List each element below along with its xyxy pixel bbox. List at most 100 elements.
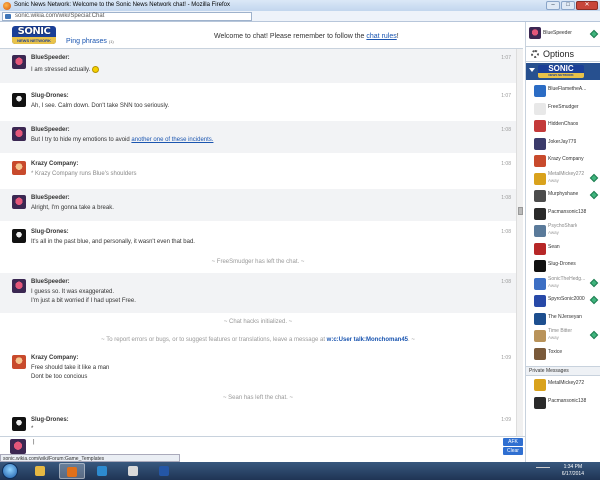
incidents-link[interactable]: another one of these incidents.	[131, 137, 213, 143]
url-field[interactable]: sonic.wikia.com/wiki/Special:Chat	[2, 12, 252, 21]
avatar[interactable]	[12, 355, 26, 369]
sidebar-user[interactable]: Krazy Company	[526, 152, 600, 170]
chevron-down-icon	[529, 68, 535, 72]
sidebar-user[interactable]: Sean	[526, 240, 600, 258]
wiki-logo[interactable]: SONIC NEWS NETWORK	[12, 26, 56, 44]
explorer-icon	[35, 466, 45, 476]
avatar	[534, 190, 546, 202]
message-username[interactable]: Krazy Company:	[31, 161, 78, 167]
message-text: Dont be too concious	[31, 374, 88, 380]
taskbar-app-button[interactable]	[121, 463, 147, 479]
taskbar-app-button[interactable]	[28, 463, 54, 479]
avatar[interactable]	[12, 195, 26, 209]
afk-button[interactable]: AFK	[503, 438, 523, 446]
stressed-emoticon-icon	[92, 66, 100, 73]
wiki-room-header[interactable]: SONIC NEWS NETWORK	[526, 63, 600, 80]
message-time: 1:07	[501, 55, 511, 61]
sidebar-user[interactable]: JokerJay779	[526, 135, 600, 153]
sidebar-user[interactable]: Pacmansonic138	[526, 205, 600, 223]
firefox-icon	[3, 2, 11, 10]
message-time: 1:07	[501, 93, 511, 99]
chat-scrollbar[interactable]	[516, 49, 523, 436]
avatar[interactable]	[12, 229, 26, 243]
sidebar-user[interactable]: The NJerseyan	[526, 310, 600, 328]
sidebar-user[interactable]: Slug-Drones	[526, 257, 600, 275]
current-user[interactable]: BlueSpeeder	[526, 22, 600, 47]
avatar	[534, 137, 546, 150]
message-username[interactable]: BlueSpeeder:	[31, 127, 70, 133]
address-bar: sonic.wikia.com/wiki/Special:Chat	[0, 11, 600, 22]
sidebar-user[interactable]: PsychoShark Away	[526, 222, 600, 240]
sidebar-username: Krazy Company	[548, 156, 584, 162]
chat-messages: BlueSpeeder: I am stressed actually. 1:0…	[0, 49, 523, 436]
window-titlebar: Sonic News Network: Welcome to the Sonic…	[0, 0, 600, 11]
away-status: Away	[548, 335, 559, 340]
paint-icon	[128, 466, 138, 476]
avatar[interactable]	[12, 279, 26, 293]
sidebar-user[interactable]: FreeSmudger	[526, 100, 600, 118]
message-username[interactable]: BlueSpeeder:	[31, 195, 70, 201]
minimize-button[interactable]: –	[546, 1, 560, 10]
chat-rules-link[interactable]: chat rules	[366, 33, 396, 40]
message-username[interactable]: Slug-Drones:	[31, 229, 69, 235]
leave-notice: ~ FreeSmudger has left the chat. ~	[211, 259, 305, 265]
maximize-button[interactable]: □	[561, 1, 575, 10]
avatar[interactable]	[12, 161, 26, 175]
sidebar-user[interactable]: SpyroSonic2000	[526, 292, 600, 310]
sidebar-user[interactable]: HiddenChaos	[526, 117, 600, 135]
system-tray[interactable]	[536, 467, 550, 474]
message-username[interactable]: Slug-Drones:	[31, 417, 69, 423]
message-time: 1:09	[501, 355, 511, 361]
chat-message: Slug-Drones: It's all in the past blue, …	[0, 223, 516, 255]
sidebar-username: The NJerseyan	[548, 313, 582, 320]
sidebar-user[interactable]: SonicTheHedg... Away	[526, 275, 600, 293]
avatar	[534, 396, 546, 409]
gear-icon	[531, 50, 539, 58]
avatar	[534, 277, 546, 290]
sidebar-username: Toxice	[548, 348, 563, 355]
chat-message: BlueSpeeder: But I try to hide my emotio…	[0, 121, 516, 153]
private-message-user[interactable]: MetalMickey272	[526, 376, 600, 394]
options-button[interactable]: Options	[526, 47, 600, 62]
message-time: 1:08	[501, 279, 511, 285]
user-list: BlueFlametheA... FreeSmudger HiddenChaos Jo…	[526, 82, 600, 362]
avatar[interactable]	[12, 127, 26, 141]
avatar[interactable]	[12, 93, 26, 107]
sidebar-user[interactable]: BlueFlametheA...	[526, 82, 600, 100]
ping-phrases-link[interactable]: Ping phrases (1)	[66, 38, 114, 45]
sidebar-username: BlueFlametheA...	[548, 86, 587, 92]
taskbar-app-button[interactable]	[90, 463, 116, 479]
message-username[interactable]: BlueSpeeder:	[31, 55, 70, 61]
monchoman-talk-link[interactable]: w:c:User talk:Monchoman45	[327, 337, 408, 343]
system-notice: ~ Chat hacks initialized. ~	[223, 319, 293, 325]
avatar	[534, 85, 546, 97]
scrollbar-thumb[interactable]	[518, 207, 523, 215]
report-notice: ~ To report errors or bugs, or to sugges…	[101, 337, 415, 343]
message-username[interactable]: Krazy Company:	[31, 355, 78, 361]
sidebar-user[interactable]: Toxice	[526, 345, 600, 363]
taskbar-app-button[interactable]	[59, 463, 85, 479]
taskbar-clock[interactable]: 1:34 PM 6/17/2014	[562, 464, 584, 478]
private-message-user[interactable]: Pacmansonic138	[526, 394, 600, 412]
clear-button[interactable]: Clear	[503, 447, 523, 455]
sidebar-user[interactable]: Time Bitter Away	[526, 327, 600, 345]
chat-input[interactable]	[31, 437, 501, 447]
avatar	[534, 312, 546, 325]
avatar[interactable]	[12, 417, 26, 431]
message-text: * Krazy Company runs Blue's shoulders	[31, 171, 137, 177]
leave-notice: ~ Sean has left the chat. ~	[222, 395, 294, 401]
avatar	[534, 379, 546, 391]
avatar[interactable]	[12, 55, 26, 69]
message-username[interactable]: Slug-Drones:	[31, 93, 69, 99]
taskbar-app-button[interactable]	[152, 463, 178, 479]
message-username[interactable]: BlueSpeeder:	[31, 279, 70, 285]
start-button[interactable]	[2, 463, 18, 479]
sidebar-username: FreeSmudger	[548, 103, 579, 110]
close-button[interactable]: ✕	[576, 1, 598, 10]
sidebar-user[interactable]: MetalMickey272 Away	[526, 170, 600, 188]
browser-status-bar: sonic.wikia.com/wiki/Forum:Game_Template…	[0, 454, 180, 462]
avatar	[529, 27, 541, 39]
private-messages-header: Private Messages	[526, 366, 600, 376]
avatar	[534, 225, 546, 237]
sidebar-user[interactable]: Murphyshane	[526, 187, 600, 205]
